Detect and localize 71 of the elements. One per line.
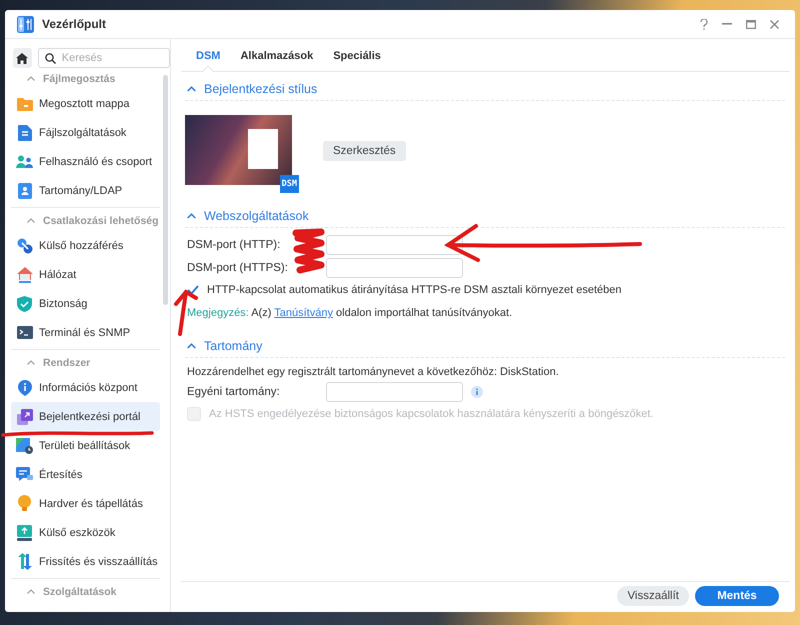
sidebar-item[interactable]: Fájlszolgáltatások — [11, 118, 160, 147]
sidebar-item[interactable]: Területi beállítások — [11, 431, 160, 460]
folder-icon — [16, 96, 32, 110]
drive-icon — [17, 524, 32, 540]
portal-icon — [16, 408, 32, 424]
reset-button[interactable]: Visszaállít — [617, 586, 689, 606]
sidebar-item[interactable]: Bejelentkezési portál — [11, 402, 160, 431]
scribble-mark — [292, 228, 324, 274]
sidebar-item[interactable]: Hálózat — [11, 260, 160, 289]
field-label: Egyéni tartomány: — [187, 386, 281, 398]
field-label: DSM-port (HTTP): — [187, 238, 282, 250]
scrollbar[interactable] — [163, 75, 168, 305]
sidebar-item[interactable]: Megosztott mappa — [11, 89, 160, 118]
house-icon — [16, 266, 32, 282]
section-header[interactable]: Tartomány — [185, 335, 785, 358]
sidebar-item[interactable]: Terminál és SNMP — [11, 318, 160, 347]
sidebar-item[interactable]: Tartomány/LDAP — [11, 176, 160, 205]
info-icon[interactable] — [471, 386, 483, 398]
tab[interactable]: Speciális — [333, 49, 381, 70]
section-header[interactable]: Bejelentkezési stílus — [185, 78, 785, 101]
close-icon[interactable] — [770, 20, 779, 28]
search-box[interactable]: Keresés — [38, 48, 170, 68]
tab[interactable]: Alkalmazások — [240, 49, 314, 70]
help-icon[interactable] — [700, 18, 708, 30]
sidebar-item[interactable]: Külső eszközök — [11, 518, 160, 547]
home-icon — [16, 52, 28, 64]
checkbox-label: HTTP-kapcsolat automatikus átirányítása HTTPS-re DSM asztali környezet esetében — [207, 284, 622, 296]
search-icon — [44, 52, 56, 64]
document-icon — [18, 124, 32, 140]
sidebar-item[interactable]: Külső hozzáférés — [11, 231, 160, 260]
description-text: Hozzárendelhet egy regisztrált tartománynevet a következőhöz: DiskStation. — [187, 366, 560, 378]
field-label: DSM-port (HTTPS): — [187, 262, 289, 274]
link-icon — [16, 238, 32, 254]
message-icon — [16, 467, 33, 482]
save-button[interactable]: Mentés — [695, 586, 779, 606]
caret-icon — [187, 86, 196, 92]
caret-icon — [27, 76, 35, 81]
contact-card-icon — [18, 182, 32, 198]
edit-button[interactable]: Szerkesztés — [323, 141, 406, 161]
port-field[interactable] — [326, 234, 463, 254]
sidebar-item[interactable]: Értesítés — [11, 460, 160, 489]
domain-field[interactable] — [326, 382, 463, 402]
sidebar-item[interactable]: Hardver és tápellátás — [11, 489, 160, 518]
shield-icon — [17, 296, 32, 312]
home-button[interactable] — [13, 48, 32, 68]
info-icon — [18, 380, 32, 396]
minimize-icon[interactable] — [722, 23, 732, 25]
window-title: Vezérlőpult — [42, 17, 106, 31]
sidebar-item[interactable]: Biztonság — [11, 289, 160, 318]
port-field[interactable] — [326, 258, 463, 278]
caret-icon — [27, 589, 35, 594]
caret-icon — [187, 343, 196, 349]
checkbox[interactable] — [187, 284, 199, 296]
checkbox-label: Az HSTS engedélyezése biztonságos kapcsolatok használatára kényszeríti a böngészőket. — [209, 408, 654, 420]
control-panel-icon — [17, 16, 34, 32]
dsm-badge: DSM — [280, 175, 299, 193]
note-text: Megjegyzés: A(z) Tanúsítvány oldalon importálhat tanúsítványokat. — [187, 307, 514, 319]
section-header[interactable]: Webszolgáltatások — [185, 205, 785, 228]
sidebar-item[interactable]: Frissítés és visszaállítás — [11, 547, 160, 576]
terminal-icon — [16, 326, 32, 339]
certificate-link[interactable]: Tanúsítvány — [274, 307, 333, 319]
caret-icon — [27, 360, 35, 365]
sync-icon — [16, 553, 32, 570]
maximize-icon[interactable] — [746, 20, 756, 28]
map-icon — [16, 438, 33, 454]
sidebar-item[interactable]: Felhasználó és csoport — [11, 147, 160, 176]
users-icon — [16, 154, 33, 168]
lightbulb-icon — [18, 495, 31, 512]
caret-icon — [187, 213, 196, 219]
caret-icon — [27, 218, 35, 223]
sidebar-item[interactable]: Információs központ — [11, 373, 160, 402]
